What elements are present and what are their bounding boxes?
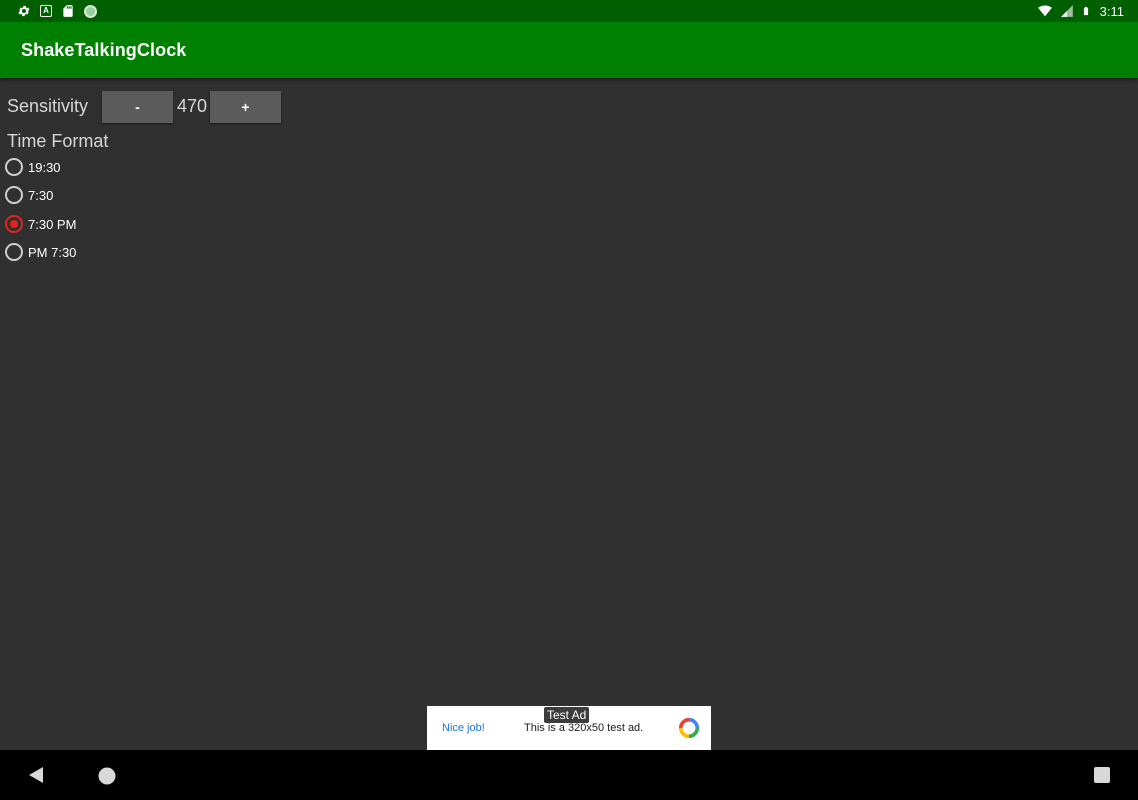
ad-headline[interactable]: Nice job! [442,722,485,734]
home-icon[interactable] [98,767,116,785]
radio-button-pm-7-30[interactable] [5,243,23,261]
radio-label-7-30-pm: 7:30 PM [28,216,77,232]
radio-option-7-30[interactable]: 7:30 [5,185,53,205]
time-format-label: Time Format [7,131,109,151]
radio-button-7-30-pm[interactable] [5,215,23,233]
radio-option-19-30[interactable]: 19:30 [5,157,61,177]
radio-button-19-30[interactable] [5,158,23,176]
keyboard-a-icon: A [40,5,52,17]
navigation-bar [0,750,1138,800]
decrease-sensitivity-button[interactable]: - [102,91,173,123]
ad-banner[interactable]: Nice job! This is a 320x50 test ad. Test… [427,706,711,750]
settings-icon [18,5,30,17]
ad-logo-icon [678,717,700,739]
back-icon[interactable] [27,766,45,784]
radio-label-pm-7-30: PM 7:30 [28,244,77,260]
signal-icon [1060,5,1073,17]
sd-card-icon [63,5,73,17]
battery-icon [1083,6,1088,16]
app-bar: ShakeTalkingClock [0,22,1138,78]
increase-sensitivity-button[interactable]: + [210,91,281,123]
app-screen: A 3:11 ShakeTalkingClock Sensitivity - 4… [0,0,1138,800]
radio-button-7-30[interactable] [5,186,23,204]
recents-icon[interactable] [1094,767,1110,783]
app-title: ShakeTalkingClock [21,40,187,60]
test-ad-badge: Test Ad [544,707,590,723]
radio-label-19-30: 19:30 [28,159,61,175]
sensitivity-value: 470 [177,96,208,116]
radio-option-pm-7-30[interactable]: PM 7:30 [5,242,76,262]
status-clock: 3:11 [1099,3,1124,19]
wifi-icon [1037,5,1052,17]
circle-icon [84,4,97,18]
radio-option-7-30-pm[interactable]: 7:30 PM [5,214,76,234]
ad-description[interactable]: This is a 320x50 test ad. [524,722,643,734]
status-left-icons: A [17,3,97,19]
status-bar: A 3:11 [0,0,1138,22]
status-right-icons: 3:11 [1037,3,1124,19]
sensitivity-label: Sensitivity [7,96,89,116]
radio-label-7-30: 7:30 [28,187,54,203]
